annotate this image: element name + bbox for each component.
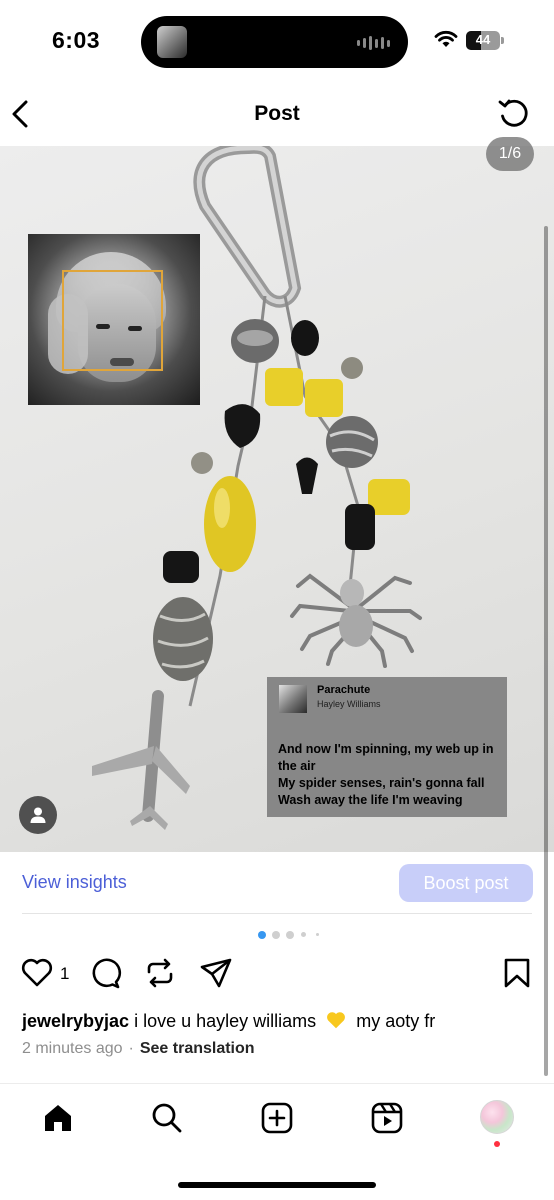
post-caption: jewelrybyjac i love u hayley williams my… — [22, 1009, 542, 1032]
lyric-line: Wash away the life I'm weaving — [278, 793, 463, 807]
see-translation-link[interactable]: See translation — [140, 1040, 255, 1057]
person-icon — [30, 807, 46, 823]
comment-button[interactable] — [88, 956, 122, 990]
caption-text: i love u hayley williams — [134, 1011, 317, 1031]
airplane-charm-icon — [92, 690, 190, 830]
repost-icon — [147, 958, 173, 988]
audio-waveform-icon — [357, 36, 390, 50]
lyric-line: My spider senses, rain's gonna fall — [278, 776, 485, 790]
lyric-line: And now I'm spinning, my web up in the a… — [278, 742, 494, 773]
repost-button[interactable] — [143, 956, 177, 990]
battery-level: 44 — [475, 32, 491, 47]
share-icon — [200, 958, 232, 988]
lyrics-card: Parachute Hayley Williams And now I'm sp… — [267, 677, 507, 817]
home-indicator[interactable] — [178, 1182, 376, 1188]
nav-header: Post — [0, 86, 554, 144]
post-image[interactable]: Parachute Hayley Williams And now I'm sp… — [0, 146, 554, 852]
album-art-thumbnail — [279, 685, 307, 713]
caption-text-continued: my aoty fr — [356, 1011, 436, 1031]
page-title: Post — [254, 102, 300, 125]
carousel-dot — [286, 931, 294, 939]
yellow-heart-emoji-icon — [327, 1012, 346, 1029]
refresh-button[interactable] — [496, 96, 532, 132]
post-timestamp: 2 minutes ago — [22, 1040, 123, 1057]
tab-search[interactable] — [147, 1098, 187, 1138]
reels-icon — [371, 1102, 403, 1134]
tab-create[interactable] — [257, 1098, 297, 1138]
home-icon — [45, 1105, 71, 1131]
refresh-icon — [498, 99, 528, 127]
lyrics-lines: And now I'm spinning, my web up in the a… — [278, 741, 504, 809]
status-time: 6:03 — [52, 27, 101, 53]
insights-row: View insights Boost post — [0, 852, 554, 914]
lyrics-song-title: Parachute — [317, 684, 371, 696]
wifi-icon — [434, 30, 458, 47]
search-icon — [152, 1103, 182, 1133]
like-count[interactable]: 1 — [60, 964, 69, 984]
carousel-dot — [301, 932, 306, 937]
bookmark-icon — [504, 958, 530, 988]
status-bar: 6:03 44 — [0, 0, 554, 82]
battery-nub — [501, 37, 504, 44]
face-focus-box — [62, 270, 163, 371]
hayley-williams-portrait — [28, 234, 200, 405]
dynamic-island[interactable] — [141, 16, 408, 68]
carousel-dot — [316, 933, 319, 936]
carousel-dots — [258, 930, 328, 940]
battery-indicator: 44 — [466, 31, 500, 50]
carousel-dot-active — [258, 931, 266, 939]
divider — [22, 913, 532, 914]
comment-icon — [92, 958, 122, 989]
profile-notification-dot — [494, 1141, 500, 1147]
tagged-people-button[interactable] — [19, 796, 57, 834]
like-button[interactable] — [20, 956, 54, 990]
image-counter: 1/6 — [486, 137, 534, 171]
save-button[interactable] — [500, 956, 534, 990]
heart-icon — [21, 958, 53, 987]
carousel-dot — [272, 931, 280, 939]
post-meta: 2 minutes ago · See translation — [22, 1040, 255, 1058]
lyrics-artist: Hayley Williams — [317, 699, 381, 709]
tab-reels[interactable] — [367, 1098, 407, 1138]
tab-profile-avatar[interactable] — [480, 1100, 514, 1134]
boost-post-button[interactable]: Boost post — [399, 864, 533, 902]
meta-separator: · — [128, 1040, 134, 1057]
tab-home[interactable] — [38, 1098, 78, 1138]
now-playing-artwork — [157, 26, 187, 58]
share-button[interactable] — [199, 956, 233, 990]
view-insights-link[interactable]: View insights — [22, 872, 127, 893]
caption-username[interactable]: jewelrybyjac — [22, 1011, 129, 1031]
create-icon — [261, 1102, 293, 1134]
post-actions: 1 — [0, 952, 554, 998]
scrollbar[interactable] — [544, 226, 548, 1076]
